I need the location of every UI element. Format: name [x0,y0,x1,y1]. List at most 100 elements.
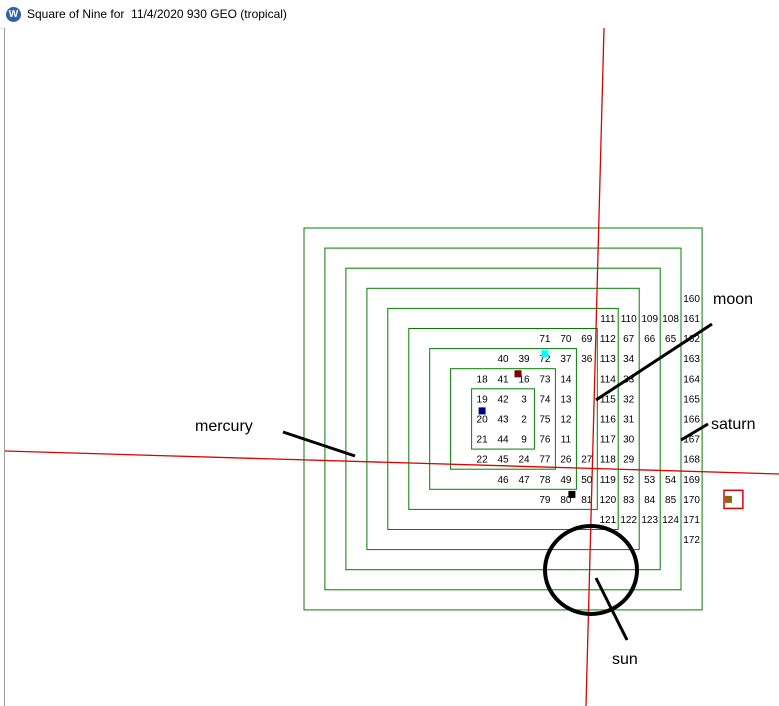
moon-marker [725,495,732,503]
number-cell: 32 [623,394,635,405]
number-cell: 169 [683,475,700,486]
number-cell: 172 [683,535,700,546]
number-cell: 21 [477,435,489,446]
number-cell: 13 [560,394,572,405]
number-cell: 116 [600,414,616,425]
number-cell: 118 [600,455,616,466]
number-cell: 78 [539,475,551,486]
number-cell: 30 [623,435,635,446]
number-cell: 124 [662,515,679,526]
number-cell: 37 [560,354,572,365]
number-cell: 163 [683,354,700,365]
number-cell: 117 [600,435,616,446]
number-cell: 14 [560,374,572,385]
cyan-marker [541,350,549,358]
number-cell: 110 [621,314,637,325]
number-cell: 2 [521,414,527,425]
number-cell: 76 [539,435,551,446]
number-cell: 122 [620,515,637,526]
mercury-pointer-line [282,430,356,458]
square-of-nine-canvas: 160 111 110 109 108 161 71 70 69 112 67 66 65 162 40 39… [4,28,779,706]
number-cell: 75 [539,414,551,425]
number-cell: 9 [521,435,527,446]
number-cell: 114 [600,374,616,385]
number-cell: 27 [581,455,593,466]
number-cell: 79 [539,495,551,506]
square-of-nine-wheel: 160111 110 109 108 16171 70 69 112 67 66 65 16240 39… [5,28,779,706]
number-cell: 120 [599,495,616,506]
number-cell: 108 [662,314,679,325]
number-cell: 109 [641,314,658,325]
number-cell: 83 [623,495,635,506]
number-cell: 171 [683,515,700,526]
number-cell: 46 [497,475,509,486]
number-cell: 49 [560,475,572,486]
number-cell: 69 [581,334,593,345]
number-cell: 113 [600,354,616,365]
number-cell: 168 [683,455,700,466]
mercury-label: mercury [195,418,253,435]
number-cell: 12 [560,414,572,425]
number-cell: 70 [560,334,572,345]
number-cell: 42 [497,394,509,405]
title-bar: W Square of Nine for 11/4/2020 930 GEO (… [0,0,779,29]
number-cell: 44 [497,435,509,446]
number-cell: 34 [623,354,635,365]
axis-lines [5,28,779,706]
number-cell: 20 [477,414,489,425]
number-cell: 112 [600,334,616,345]
number-cell: 121 [599,515,616,526]
number-cell: 165 [683,394,700,405]
number-cell: 71 [539,334,551,345]
highlight-boxes [723,489,744,510]
number-cell: 36 [581,354,593,365]
number-cell: 170 [683,495,700,506]
number-cell: 161 [683,314,700,325]
number-cell: 26 [560,455,572,466]
number-cell: 29 [623,455,635,466]
number-cell: 45 [497,455,509,466]
number-cell: 24 [518,455,530,466]
number-cell: 52 [623,475,635,486]
number-cell: 84 [644,495,656,506]
number-cell: 22 [477,455,489,466]
number-cell: 11 [561,435,572,446]
window-title: Square of Nine for 11/4/2020 930 GEO (tr… [27,7,287,21]
number-cell: 40 [497,354,509,365]
number-cell: 31 [623,414,635,425]
app-icon: W [6,7,21,22]
number-cell: 77 [539,455,551,466]
number-cell: 47 [518,475,530,486]
number-cell: 85 [665,495,677,506]
number-cell: 66 [644,334,656,345]
number-grid: 160111 110 109 108 16171 70 69 112 67 66 65 16240 39… [477,294,701,546]
number-cell: 53 [644,475,656,486]
sun-pointer-line [594,577,629,641]
number-cell: 123 [641,515,658,526]
number-cell: 65 [665,334,677,345]
number-cell: 111 [600,314,616,325]
number-cell: 43 [497,414,509,425]
number-cell: 39 [518,354,530,365]
number-cell: 41 [497,374,509,385]
saturn-label: saturn [711,416,755,433]
number-cell: 18 [477,374,489,385]
maroon-marker [514,370,522,378]
navy-marker [478,407,486,415]
number-cell: 50 [581,475,593,486]
vertical-axis-line [585,28,605,706]
number-cell: 166 [683,414,700,425]
number-cell: 54 [665,475,677,486]
sun-label: sun [612,651,638,668]
number-cell: 67 [623,334,635,345]
moon-label: moon [713,291,753,308]
number-cell: 74 [539,394,551,405]
number-cell: 3 [521,394,527,405]
number-cell: 19 [477,394,489,405]
number-cell: 119 [600,475,616,486]
number-cell: 164 [683,374,700,385]
number-cell: 73 [539,374,551,385]
black-marker [568,490,576,498]
horizontal-axis-line [5,450,779,475]
number-cell: 160 [683,294,700,305]
